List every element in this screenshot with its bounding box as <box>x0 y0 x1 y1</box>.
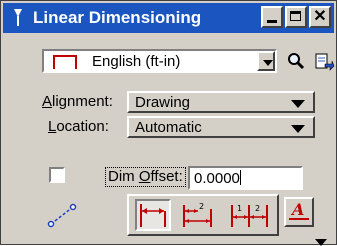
maximize-icon <box>290 11 301 21</box>
alignment-label: Alignment: <box>42 93 113 110</box>
title-bar[interactable]: Linear Dimensioning ✕ <box>3 3 334 33</box>
minimize-button[interactable] <box>261 6 283 28</box>
dimension-ordinate-button[interactable]: 1 2 <box>229 199 268 231</box>
unit-bracket-icon <box>52 54 78 70</box>
dim-offset-checkbox[interactable] <box>49 167 65 183</box>
dimension-ordinate-icon: 1 2 <box>231 204 268 227</box>
search-dimension-styles-button[interactable] <box>285 51 307 73</box>
close-button[interactable]: ✕ <box>309 6 331 28</box>
alignment-dropdown[interactable]: Drawing <box>127 91 315 113</box>
dim-offset-label: Dim Offset: <box>105 167 186 187</box>
close-icon: ✕ <box>313 8 327 25</box>
units-dropdown-arrow[interactable] <box>257 51 275 71</box>
linear-dimensioning-window: Linear Dimensioning ✕ English (ft-in) Al… <box>0 0 337 246</box>
units-value: English (ft-in) <box>92 53 181 70</box>
maximize-button[interactable] <box>285 6 307 28</box>
dimension-size-with-arrows-button[interactable] <box>135 199 171 231</box>
location-dropdown[interactable]: Automatic <box>127 116 315 138</box>
location-value: Automatic <box>135 119 202 136</box>
svg-text:A: A <box>290 200 304 219</box>
chevron-down-icon <box>291 125 305 133</box>
dimension-tool-group: 2 1 2 <box>127 194 279 236</box>
window-controls: ✕ <box>261 6 331 28</box>
magnifier-icon <box>288 53 305 70</box>
alignment-value: Drawing <box>135 94 191 111</box>
location-label: Location: <box>48 118 109 135</box>
text-style-icon: A <box>289 200 309 220</box>
dim-offset-value: 0.0000 <box>194 170 240 187</box>
text-caret <box>239 170 241 185</box>
import-settings-icon <box>315 53 335 71</box>
chevron-down-icon <box>263 60 273 66</box>
window-title: Linear Dimensioning <box>33 8 202 27</box>
svg-text:2: 2 <box>255 204 260 213</box>
dimension-tool-icon[interactable] <box>9 7 27 29</box>
dimension-size-stacked-button[interactable]: 2 <box>181 199 217 231</box>
svg-text:2: 2 <box>199 202 204 211</box>
minimize-icon <box>267 20 277 23</box>
dimension-size-stacked-icon: 2 <box>183 202 212 227</box>
import-settings-button[interactable] <box>313 51 335 73</box>
dimension-style-units-combo[interactable]: English (ft-in) <box>42 49 277 73</box>
dimension-geometry-button[interactable] <box>47 202 79 228</box>
dimension-size-with-arrows-icon <box>140 204 166 227</box>
dim-offset-input[interactable]: 0.0000 <box>188 166 303 190</box>
svg-text:1: 1 <box>237 204 242 213</box>
line-segment-icon <box>47 203 77 228</box>
chevron-down-icon <box>291 100 305 108</box>
text-style-button[interactable]: A <box>284 197 314 227</box>
